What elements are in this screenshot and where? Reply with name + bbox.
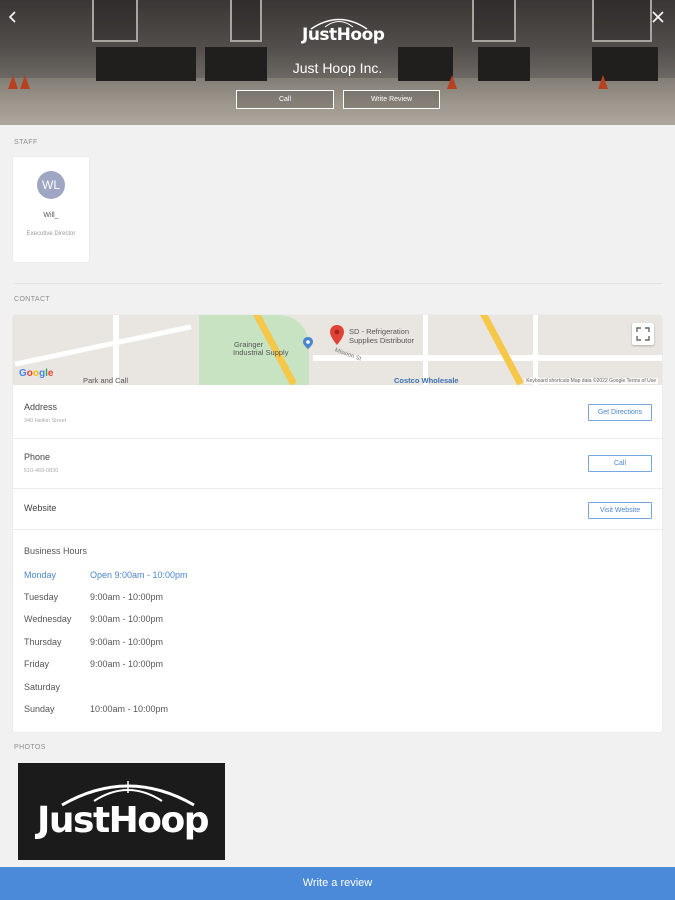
photo-logo-text: JustHoop — [37, 800, 210, 841]
close-button[interactable] — [647, 6, 669, 28]
hours-time: 10:00am - 10:00pm — [90, 704, 169, 714]
website-label: Website — [24, 503, 57, 513]
hours-day: Wednesday — [24, 614, 72, 624]
address-value: 340 Heikin Street — [24, 418, 67, 424]
map-label-place1: SD - Refrigeration — [349, 327, 410, 336]
row-divider — [13, 488, 662, 489]
chevron-left-icon — [8, 11, 16, 23]
hero-banner: JustHoop Just Hoop Inc. Call Write Revie… — [0, 0, 675, 125]
hours-row-saturday: Saturday — [24, 682, 644, 694]
map-highway — [480, 315, 524, 385]
write-a-review-button[interactable]: Write a review — [0, 867, 675, 900]
hours-row-wednesday: Wednesday 9:00am - 10:00pm — [24, 614, 644, 626]
contact-card: Grainger Industrial Supply Park and Call… — [13, 315, 662, 732]
visit-website-button[interactable]: Visit Website — [588, 502, 652, 519]
hours-row-thursday: Thursday 9:00am - 10:00pm — [24, 637, 644, 649]
hours-time: 9:00am - 10:00pm — [90, 614, 164, 624]
row-divider — [13, 529, 662, 530]
map[interactable]: Grainger Industrial Supply Park and Call… — [13, 315, 662, 385]
map-label-grainger2: Industrial Supply — [233, 348, 288, 357]
hours-row-monday: Monday Open 9:00am - 10:00pm — [24, 570, 644, 582]
hours-row-friday: Friday 9:00am - 10:00pm — [24, 659, 644, 671]
contact-section-label: CONTACT — [14, 296, 51, 303]
hours-time: 9:00am - 10:00pm — [90, 659, 164, 669]
address-label: Address — [24, 402, 58, 412]
fullscreen-button[interactable] — [632, 323, 654, 345]
hours-time: 9:00am - 10:00pm — [90, 637, 164, 647]
fullscreen-icon — [636, 327, 650, 341]
avatar: WL — [37, 171, 65, 199]
section-divider — [14, 283, 662, 284]
logo-text: JustHoop — [302, 25, 385, 45]
phone-label: Phone — [24, 452, 51, 462]
call-button[interactable]: Call — [236, 90, 334, 109]
staff-role: Executive Director — [26, 231, 76, 237]
business-name: Just Hoop Inc. — [292, 60, 383, 76]
photos-section-label: PHOTOS — [14, 744, 46, 751]
call-phone-button[interactable]: Call — [588, 455, 652, 472]
business-hours-title: Business Hours — [24, 546, 88, 556]
close-icon — [652, 11, 664, 23]
map-label-grainger-line2: Industrial Supply — [233, 348, 289, 357]
location-marker-icon — [303, 337, 313, 349]
photo-thumbnail[interactable]: JustHoop — [18, 763, 225, 860]
map-label-costco: Costco Wholesale — [394, 376, 459, 385]
map-label-park: Park and Call — [83, 376, 129, 385]
hours-time: 9:00am - 10:00pm — [90, 592, 164, 602]
map-road — [533, 315, 538, 385]
justhoop-logo: JustHoop — [299, 16, 385, 45]
staff-name: Will_ — [43, 212, 59, 219]
hours-day: Saturday — [24, 682, 61, 692]
get-directions-button[interactable]: Get Directions — [588, 404, 652, 421]
hours-row-sunday: Sunday 10:00am - 10:00pm — [24, 704, 644, 716]
map-road — [14, 324, 192, 367]
phone-value: 510-469-0830 — [24, 468, 59, 474]
staff-section-label: STAFF — [14, 139, 38, 146]
hours-day: Sunday — [24, 704, 55, 714]
map-attribution[interactable]: Keyboard shortcuts Map data ©2022 Google… — [524, 378, 658, 384]
write-review-button[interactable]: Write Review — [343, 90, 440, 109]
map-pin-icon — [330, 325, 344, 345]
map-road — [423, 315, 428, 385]
map-road — [313, 355, 662, 361]
hours-day: Monday — [24, 570, 57, 580]
staff-card[interactable]: WL Will_ Executive Director — [13, 157, 89, 262]
map-label-place2: Supplies Distributor — [349, 336, 415, 345]
hours-time: Open 9:00am - 10:00pm — [90, 570, 188, 580]
back-button[interactable] — [2, 6, 24, 28]
google-logo: Google — [19, 368, 54, 379]
map-road — [113, 315, 119, 385]
row-divider — [13, 438, 662, 439]
hours-day: Thursday — [24, 637, 62, 647]
hours-day: Friday — [24, 659, 50, 669]
hours-day: Tuesday — [24, 592, 59, 602]
hours-row-tuesday: Tuesday 9:00am - 10:00pm — [24, 592, 644, 604]
